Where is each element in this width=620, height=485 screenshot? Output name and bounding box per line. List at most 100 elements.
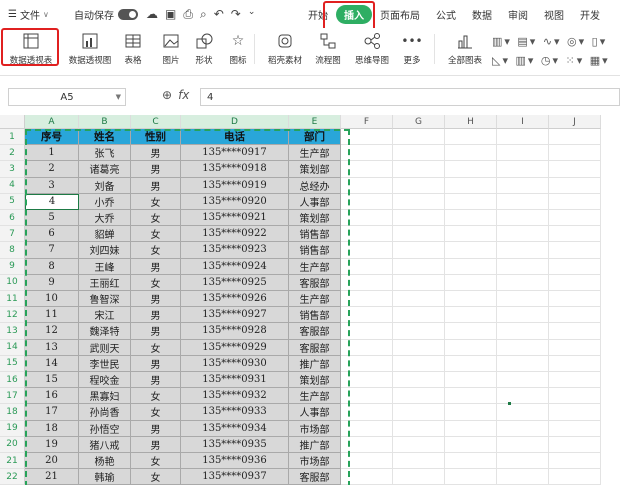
empty-cell[interactable]: [497, 355, 549, 372]
table-cell[interactable]: 135****0922: [181, 226, 289, 243]
empty-cell[interactable]: [393, 420, 445, 437]
table-cell[interactable]: 女: [131, 210, 181, 227]
column-header[interactable]: E: [289, 115, 341, 129]
row-header[interactable]: 7: [0, 226, 25, 243]
empty-cell[interactable]: [393, 226, 445, 243]
formula-input[interactable]: 4: [200, 88, 620, 106]
empty-cell[interactable]: [497, 226, 549, 243]
empty-cell[interactable]: [445, 453, 497, 470]
row-header[interactable]: 13: [0, 323, 25, 340]
empty-cell[interactable]: [341, 404, 393, 421]
table-cell[interactable]: 女: [131, 388, 181, 405]
table-cell[interactable]: 张飞: [79, 145, 131, 162]
column-header[interactable]: F: [341, 115, 393, 129]
table-cell[interactable]: 貂蝉: [79, 226, 131, 243]
table-cell[interactable]: 杨艳: [79, 453, 131, 470]
table-cell[interactable]: 135****0930: [181, 355, 289, 372]
empty-cell[interactable]: [341, 469, 393, 485]
empty-cell[interactable]: [497, 161, 549, 178]
table-header-cell[interactable]: 姓名: [79, 129, 131, 146]
empty-cell[interactable]: [341, 177, 393, 194]
table-cell[interactable]: 策划部: [289, 161, 341, 178]
empty-cell[interactable]: [393, 161, 445, 178]
empty-cell[interactable]: [549, 193, 601, 210]
table-cell[interactable]: 男: [131, 145, 181, 162]
table-cell[interactable]: 推广部: [289, 355, 341, 372]
row-header[interactable]: 6: [0, 210, 25, 227]
empty-cell[interactable]: [341, 129, 393, 146]
picture-button[interactable]: 图片: [154, 30, 188, 72]
pivot-chart-button[interactable]: 数据透视图: [62, 30, 118, 72]
empty-cell[interactable]: [445, 242, 497, 259]
table-cell[interactable]: 135****0921: [181, 210, 289, 227]
empty-cell[interactable]: [341, 210, 393, 227]
table-cell[interactable]: 11: [25, 307, 79, 324]
table-cell[interactable]: 销售部: [289, 242, 341, 259]
table-cell[interactable]: 8: [25, 258, 79, 275]
table-header-cell[interactable]: 序号: [25, 129, 79, 146]
empty-cell[interactable]: [393, 388, 445, 405]
all-charts-button[interactable]: 全部图表: [440, 30, 490, 72]
empty-cell[interactable]: [445, 193, 497, 210]
table-cell[interactable]: 女: [131, 404, 181, 421]
row-header[interactable]: 20: [0, 436, 25, 453]
empty-cell[interactable]: [497, 372, 549, 389]
row-header[interactable]: 19: [0, 420, 25, 437]
empty-cell[interactable]: [497, 323, 549, 340]
table-cell[interactable]: 男: [131, 291, 181, 308]
column-header[interactable]: A: [25, 115, 79, 129]
empty-cell[interactable]: [341, 436, 393, 453]
empty-cell[interactable]: [445, 372, 497, 389]
table-cell[interactable]: 2: [25, 161, 79, 178]
more-button[interactable]: ••• 更多: [396, 30, 428, 72]
empty-cell[interactable]: [445, 145, 497, 162]
empty-cell[interactable]: [549, 469, 601, 485]
table-cell[interactable]: 销售部: [289, 307, 341, 324]
empty-cell[interactable]: [341, 453, 393, 470]
table-cell[interactable]: 女: [131, 469, 181, 485]
table-cell[interactable]: 135****0927: [181, 307, 289, 324]
tab-developer[interactable]: 开发: [572, 7, 608, 22]
empty-cell[interactable]: [497, 469, 549, 485]
row-header[interactable]: 1: [0, 129, 25, 146]
empty-cell[interactable]: [445, 323, 497, 340]
row-header[interactable]: 22: [0, 469, 25, 485]
table-cell[interactable]: 客服部: [289, 469, 341, 485]
flowchart-button[interactable]: 流程图: [310, 30, 346, 72]
empty-cell[interactable]: [445, 226, 497, 243]
docer-assets-button[interactable]: 稻壳素材: [262, 30, 308, 72]
empty-cell[interactable]: [341, 274, 393, 291]
table-cell[interactable]: 19: [25, 436, 79, 453]
empty-cell[interactable]: [497, 291, 549, 308]
table-cell[interactable]: 生产部: [289, 258, 341, 275]
empty-cell[interactable]: [549, 161, 601, 178]
table-cell[interactable]: 15: [25, 372, 79, 389]
table-header-cell[interactable]: 电话: [181, 129, 289, 146]
column-header[interactable]: D: [181, 115, 289, 129]
empty-cell[interactable]: [497, 339, 549, 356]
row-header[interactable]: 11: [0, 291, 25, 308]
empty-cell[interactable]: [393, 323, 445, 340]
empty-cell[interactable]: [497, 242, 549, 259]
row-header[interactable]: 21: [0, 453, 25, 470]
empty-cell[interactable]: [497, 258, 549, 275]
empty-cell[interactable]: [393, 258, 445, 275]
table-cell[interactable]: 女: [131, 339, 181, 356]
table-cell[interactable]: 刘四妹: [79, 242, 131, 259]
empty-cell[interactable]: [341, 388, 393, 405]
empty-cell[interactable]: [497, 388, 549, 405]
empty-cell[interactable]: [341, 339, 393, 356]
empty-cell[interactable]: [549, 210, 601, 227]
empty-cell[interactable]: [445, 291, 497, 308]
table-cell[interactable]: 策划部: [289, 372, 341, 389]
table-cell[interactable]: 客服部: [289, 323, 341, 340]
table-cell[interactable]: 17: [25, 404, 79, 421]
table-cell[interactable]: 135****0920: [181, 193, 289, 210]
empty-cell[interactable]: [445, 436, 497, 453]
table-cell[interactable]: 135****0919: [181, 177, 289, 194]
table-cell[interactable]: 9: [25, 274, 79, 291]
redo-icon[interactable]: ↷: [231, 7, 241, 22]
table-cell[interactable]: 生产部: [289, 145, 341, 162]
autosave-toggle[interactable]: [118, 8, 138, 20]
column-header[interactable]: H: [445, 115, 497, 129]
